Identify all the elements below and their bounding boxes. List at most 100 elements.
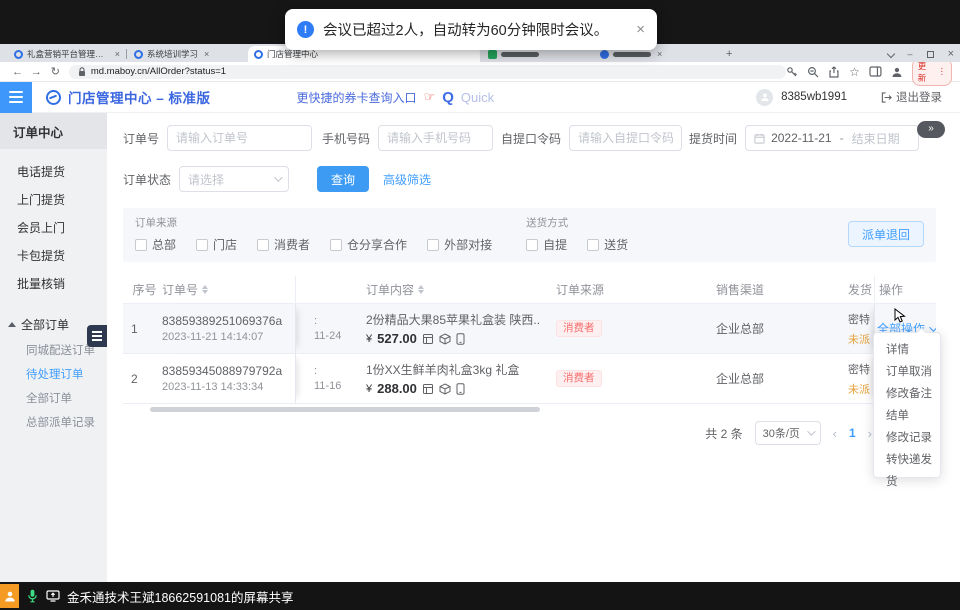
sidebar-subitem-hq-dispatch-log[interactable]: 总部派单记录: [0, 410, 107, 434]
checkbox-icon: [135, 239, 147, 251]
order-no[interactable]: 83859345088979792a: [162, 364, 295, 378]
quick-search-label[interactable]: Quick: [461, 90, 494, 105]
tab-close-icon[interactable]: ×: [204, 49, 209, 59]
sort-icon[interactable]: [418, 285, 424, 294]
dispatch-return-button[interactable]: 派单退回: [848, 221, 924, 247]
cell-order-source: 消费者: [540, 304, 640, 353]
menu-item-close-order[interactable]: 结单: [874, 405, 940, 427]
menu-item-cancel-order[interactable]: 订单取消: [874, 361, 940, 383]
printer-icon[interactable]: [422, 333, 434, 345]
toast-close-icon[interactable]: ×: [636, 21, 645, 38]
new-tab-button[interactable]: +: [726, 48, 732, 60]
toast-message: 会议已超过2人，自动转为60分钟限时会议。: [323, 19, 608, 40]
window-close-button[interactable]: ×: [948, 48, 954, 60]
phone-icon[interactable]: [456, 333, 465, 345]
sidebar-panel-icon[interactable]: [869, 66, 882, 77]
advanced-filter-link[interactable]: 高级筛选: [383, 171, 431, 188]
cell-order-content: 2份精品大果85苹果礼盒装 陕西... ¥ 527.00: [352, 304, 540, 353]
url-bar[interactable]: md.maboy.cn/AllOrder?status=1: [69, 65, 787, 79]
key-icon[interactable]: [786, 66, 798, 78]
sort-icon[interactable]: [202, 285, 208, 294]
sidebar-group-label: 全部订单: [21, 316, 69, 333]
checkbox-store[interactable]: 门店: [196, 236, 237, 253]
page-size-select[interactable]: 30条/页: [755, 421, 821, 445]
sidebar-subitem-pending-orders[interactable]: 待处理订单: [0, 362, 107, 386]
sidebar-item-door-pickup[interactable]: 上门提货: [0, 185, 107, 213]
logout-button[interactable]: 退出登录: [881, 89, 942, 105]
search-button[interactable]: 查询: [317, 166, 369, 192]
sidebar-subitem-all-orders[interactable]: 全部订单: [0, 386, 107, 410]
checkbox-self-pickup[interactable]: 自提: [526, 236, 567, 253]
package-icon[interactable]: [439, 333, 451, 345]
package-icon[interactable]: [439, 383, 451, 395]
reload-icon[interactable]: ↻: [46, 65, 65, 78]
checkbox-warehouse-share[interactable]: 仓分享合作: [330, 236, 407, 253]
select-placeholder: 请选择: [188, 171, 224, 188]
checkbox-consumer[interactable]: 消费者: [257, 236, 310, 253]
order-status-label: 订单状态: [123, 171, 171, 188]
zoom-icon[interactable]: [807, 66, 819, 78]
sidebar-collapse-toggle[interactable]: [87, 325, 107, 347]
sidebar-item-phone-pickup[interactable]: 电话提货: [0, 157, 107, 185]
promo-link[interactable]: 更快捷的券卡查询入口: [297, 89, 417, 106]
bookmark-star-icon[interactable]: ☆: [849, 65, 860, 79]
screen-share-bar: 金禾通技术王斌18662591081的屏幕共享: [0, 582, 960, 610]
share-user-tile[interactable]: [0, 584, 19, 608]
menu-item-edit-note[interactable]: 修改备注: [874, 383, 940, 405]
table-row[interactable]: 2 83859345088979792a 2023-11-13 14:33:34…: [123, 354, 936, 404]
order-status-select[interactable]: 请选择: [179, 166, 289, 192]
logout-icon: [881, 92, 892, 103]
phone-icon[interactable]: [456, 383, 465, 395]
profile-chevron-icon[interactable]: [886, 50, 894, 58]
phone-input[interactable]: [378, 125, 493, 151]
next-page-button[interactable]: ›: [868, 426, 872, 441]
checkbox-hq[interactable]: 总部: [135, 236, 176, 253]
pointing-hand-icon: ☞: [424, 89, 436, 105]
quick-search-q-icon[interactable]: Q: [442, 89, 454, 106]
share-icon[interactable]: [828, 66, 840, 78]
tab-close-icon[interactable]: ×: [657, 49, 662, 59]
filter-collapse-button[interactable]: »: [917, 121, 945, 138]
browser-profile-icon[interactable]: [891, 66, 903, 78]
checkbox-delivery[interactable]: 送货: [587, 236, 628, 253]
collapse-triangle-icon: [8, 322, 16, 327]
menu-item-edit-history[interactable]: 修改记录: [874, 427, 940, 449]
chevron-down-icon: [274, 173, 282, 181]
screen-share-icon[interactable]: [46, 590, 60, 602]
menu-item-details[interactable]: 详情: [874, 339, 940, 361]
actions-dropdown-menu: 详情 订单取消 修改备注 结单 修改记录 转快递发货: [873, 332, 941, 478]
pickup-code-input[interactable]: [569, 125, 682, 151]
tab-close-icon[interactable]: ×: [115, 49, 120, 59]
hamburger-menu-button[interactable]: [0, 82, 32, 113]
horizontal-scrollbar-thumb[interactable]: [150, 407, 540, 412]
order-no-label: 订单号: [123, 130, 159, 147]
sidebar-item-member-visit[interactable]: 会员上门: [0, 213, 107, 241]
current-page[interactable]: 1: [849, 426, 856, 440]
ship-status-line1: 密特: [848, 361, 874, 377]
cell-order-content: 1份XX生鲜羊肉礼盒3kg 礼盒 ¥ 288.00: [352, 354, 540, 403]
order-no-input[interactable]: [167, 125, 312, 151]
start-date-value: 2022-11-21: [771, 131, 832, 145]
date-range-picker[interactable]: 2022-11-21 - 结束日期: [745, 125, 919, 151]
checkbox-label: 自提: [543, 236, 567, 253]
browser-tab-2[interactable]: 系统培训学习 ×: [128, 46, 246, 62]
sidebar-item-batch-verify[interactable]: 批量核销: [0, 269, 107, 297]
window-maximize-button[interactable]: [927, 51, 934, 58]
browser-tab-1[interactable]: 礼盒营销平台管理中心 ×: [8, 46, 126, 62]
order-no[interactable]: 83859389251069376a: [162, 314, 295, 328]
header-order-no[interactable]: 订单号: [158, 276, 296, 303]
menu-item-express-ship[interactable]: 转快递发货: [874, 449, 940, 471]
printer-icon[interactable]: [422, 383, 434, 395]
prev-page-button[interactable]: ‹: [833, 426, 837, 441]
forward-icon[interactable]: →: [27, 66, 46, 78]
back-icon[interactable]: ←: [8, 66, 27, 78]
user-avatar[interactable]: [756, 89, 773, 106]
checkbox-external[interactable]: 外部对接: [427, 236, 492, 253]
microphone-icon[interactable]: [27, 589, 38, 603]
table-row[interactable]: 1 83859389251069376a 2023-11-21 14:14:07…: [123, 304, 936, 354]
cell-order-no: 83859389251069376a 2023-11-21 14:14:07: [158, 304, 296, 353]
sidebar-item-cardpack-pickup[interactable]: 卡包提货: [0, 241, 107, 269]
header-order-content[interactable]: 订单内容: [352, 276, 540, 303]
header-ship-status: 发货: [840, 276, 874, 303]
window-minimize-button[interactable]: –: [908, 49, 913, 59]
